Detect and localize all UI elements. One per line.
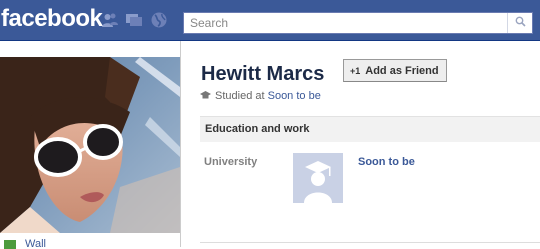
add-friend-icon: +1 [350, 65, 361, 76]
divider [200, 242, 540, 243]
studied-prefix: Studied at [215, 90, 265, 102]
facebook-logo[interactable]: facebook [1, 5, 103, 33]
university-label: University [204, 156, 258, 168]
graduation-cap-icon [200, 90, 211, 100]
search-button[interactable] [507, 13, 532, 33]
profile-name: Hewitt Marcs [201, 63, 325, 85]
wall-icon [4, 240, 16, 249]
add-as-friend-label: Add as Friend [365, 64, 439, 77]
sidebar-item-wall[interactable]: Wall [4, 239, 46, 249]
search-box [183, 12, 533, 34]
top-bar: facebook [0, 0, 540, 41]
studied-school-link[interactable]: Soon to be [268, 90, 321, 102]
profile-picture[interactable] [0, 57, 180, 233]
search-icon [515, 14, 526, 32]
school-name-link[interactable]: Soon to be [358, 156, 415, 168]
notifications-globe-icon[interactable] [150, 11, 168, 29]
graduation-cap-icon [293, 161, 343, 207]
studied-at-line: Studied at Soon to be [200, 90, 321, 102]
sidebar-item-label: Wall [25, 239, 46, 249]
search-input[interactable] [184, 13, 520, 33]
left-column: Wall [0, 41, 181, 249]
messages-icon[interactable] [125, 11, 143, 29]
education-and-work-header: Education and work [200, 116, 540, 142]
add-as-friend-button[interactable]: +1 Add as Friend [343, 59, 447, 82]
friend-requests-icon[interactable] [101, 11, 119, 29]
school-placeholder-image[interactable] [293, 153, 343, 203]
